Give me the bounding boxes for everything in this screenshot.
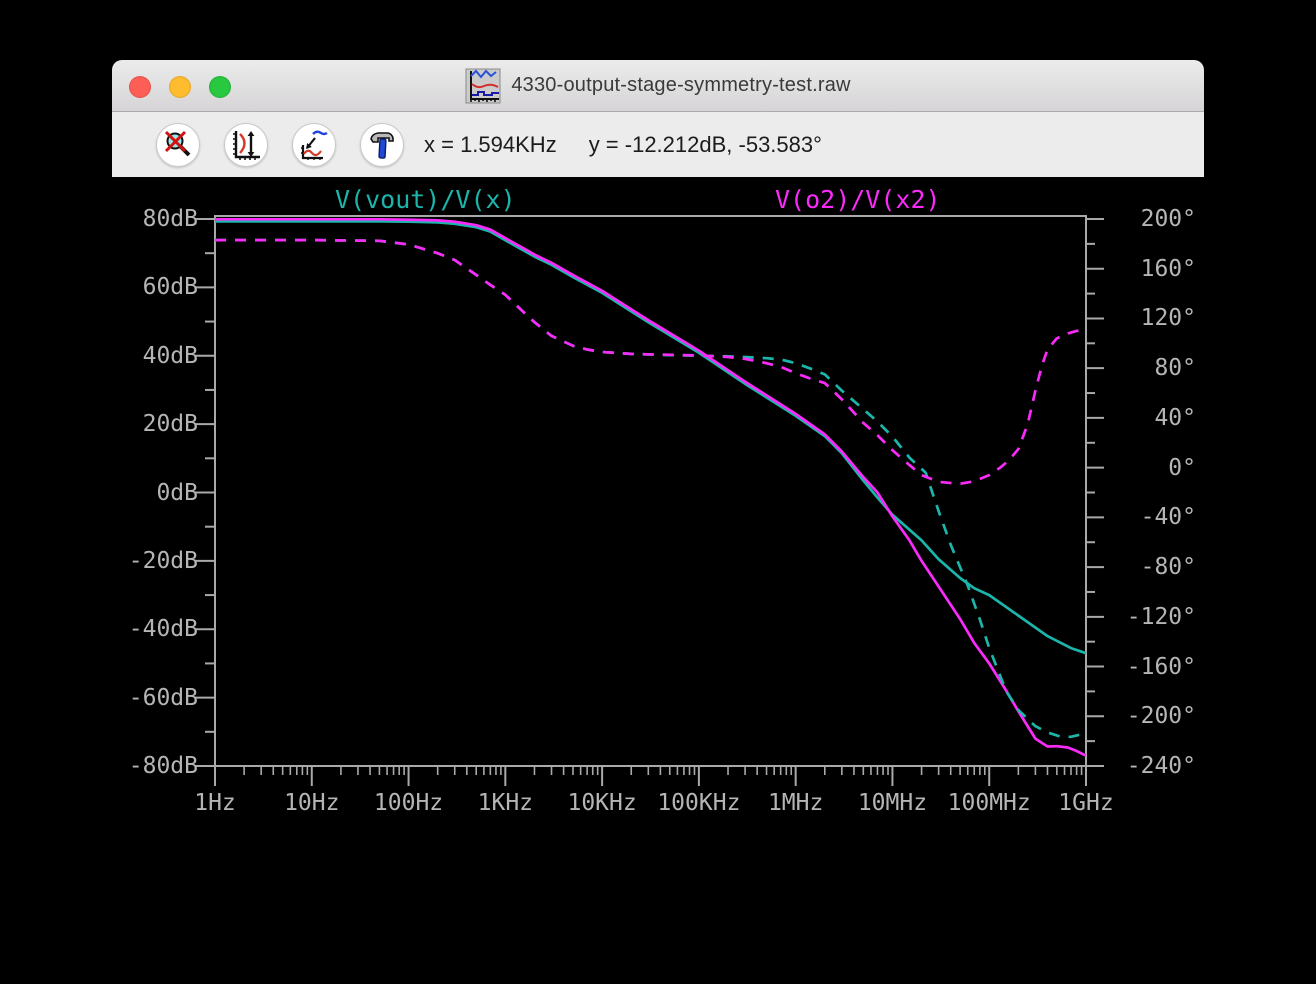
db-axis-label: 40dB [142, 342, 198, 369]
curve-arrow-icon [301, 130, 328, 160]
db-axis-label: -60dB [128, 684, 198, 711]
phase-axis-label: 120° [1140, 305, 1196, 332]
db-axis-label: -20dB [128, 547, 198, 574]
waveform-viewer-window: 4330-output-stage-symmetry-test.raw x = … [112, 60, 1204, 984]
phase-axis-label: -120° [1126, 603, 1196, 630]
phase-axis-label: 40° [1154, 404, 1196, 431]
db-axis-label: 0dB [156, 479, 198, 506]
phase-axis-label: -160° [1126, 653, 1196, 680]
legend-trace-vout[interactable]: V(vout)/V(x) [335, 185, 516, 214]
phase-axis-label: -40° [1140, 504, 1196, 531]
phase-axis-label: -240° [1126, 753, 1196, 779]
trace-Vo2Vx2-phase [215, 238, 1087, 486]
toolbar: x = 1.594KHz y = -12.212dB, -53.583° [112, 112, 1204, 178]
phase-axis-label: 200° [1140, 206, 1196, 232]
plot-region: 80dB 60dB 40dB 20dB 0dB -20dB -40dB -60dB -80dB 2… [112, 177, 1204, 984]
hammer-icon [370, 131, 394, 159]
phase-axis-label: 160° [1140, 255, 1196, 282]
db-axis-label: 80dB [142, 206, 198, 232]
minimize-button[interactable] [169, 76, 191, 98]
settings-button[interactable] [360, 122, 404, 167]
traffic-lights [129, 76, 231, 98]
axis-vertical-arrows-icon [233, 130, 260, 160]
legend-trace-o2[interactable]: V(o2)/V(x2) [775, 185, 941, 214]
title-group: 4330-output-stage-symmetry-test.raw [465, 68, 850, 104]
phase-axis-label: -80° [1140, 554, 1196, 581]
zoom-fit-button[interactable] [292, 122, 336, 167]
plot-frame [214, 215, 1087, 767]
trace-Vo2Vx2-magnitude [215, 217, 1087, 757]
close-button[interactable] [129, 76, 151, 98]
db-axis-label: 60dB [142, 274, 198, 301]
db-axis-label: 20dB [142, 411, 198, 438]
db-axis-label: -80dB [128, 753, 198, 779]
trace-VvoutVx-phase [215, 238, 1087, 739]
freq-axis-label: 1GHz [1058, 790, 1114, 816]
window-title: 4330-output-stage-symmetry-test.raw [511, 74, 851, 96]
zoom-button[interactable] [209, 76, 231, 98]
phase-axis-label: -200° [1126, 703, 1196, 730]
plot-document-icon [465, 68, 501, 103]
title-bar[interactable]: 4330-output-stage-symmetry-test.raw [112, 60, 1204, 112]
zoom-back-button[interactable] [156, 122, 200, 167]
magnifier-red-x-icon [164, 130, 191, 156]
bode-plot [195, 215, 1104, 786]
trace-VvoutVx-magnitude [215, 220, 1087, 655]
cursor-y-readout: y = -12.212dB, -53.583° [588, 131, 822, 157]
autorange-y-button[interactable] [224, 122, 268, 167]
phase-axis-label: 0° [1168, 454, 1196, 481]
db-axis-label: -40dB [128, 616, 198, 643]
cursor-x-readout: x = 1.594KHz [424, 131, 557, 157]
phase-axis-label: 80° [1154, 355, 1196, 382]
